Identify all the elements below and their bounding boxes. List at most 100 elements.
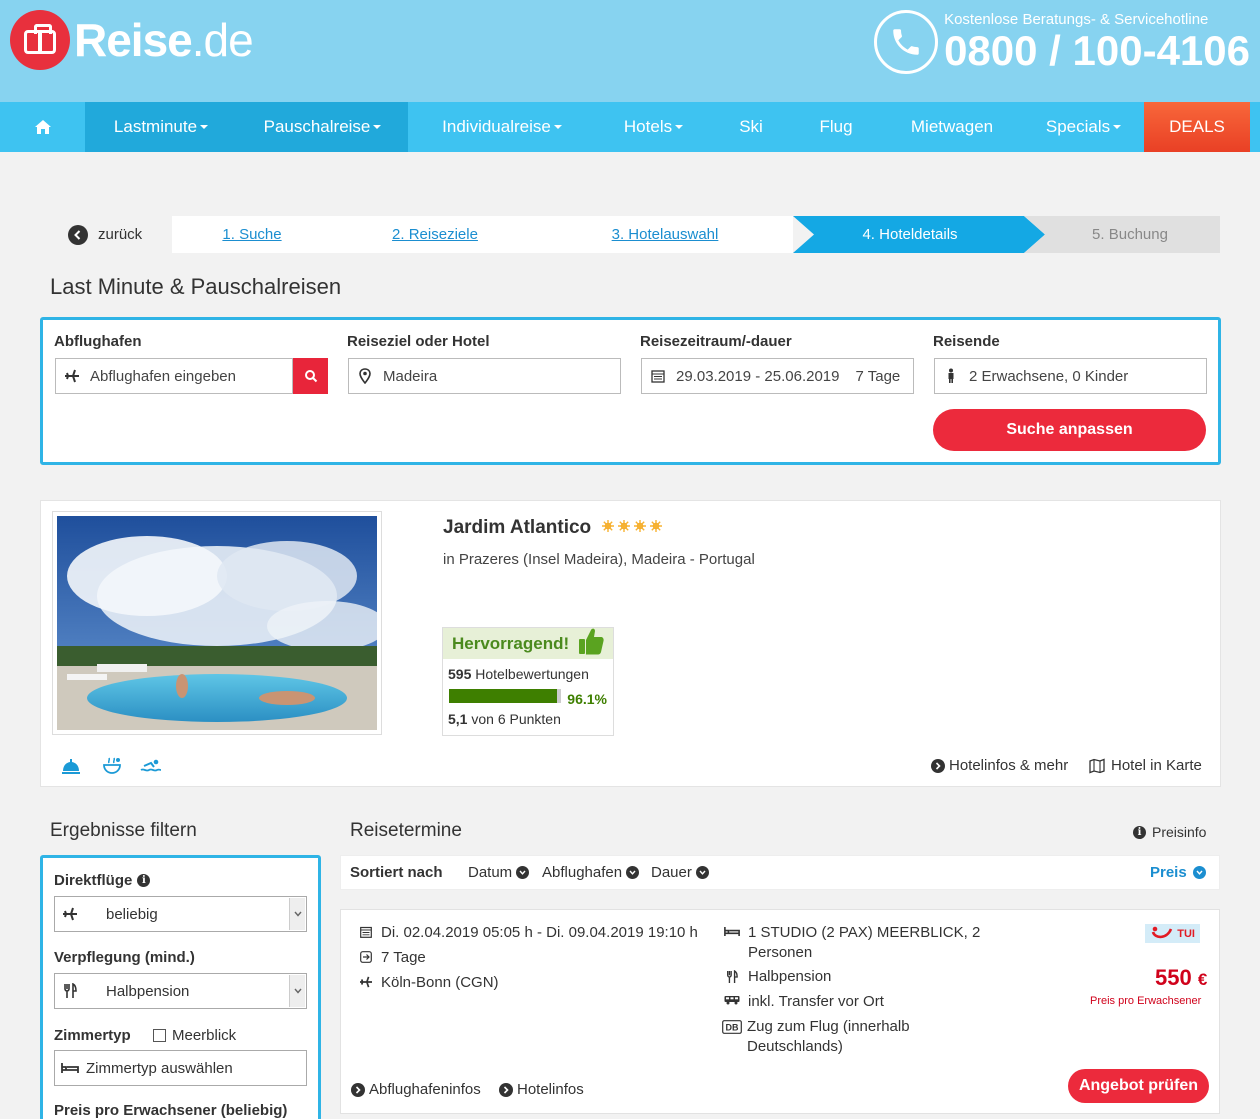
destination-label: Reiseziel oder Hotel — [347, 333, 490, 350]
duration-icon — [359, 948, 373, 963]
price-note: Preis pro Erwachsener — [1090, 995, 1202, 1007]
travelers-field[interactable]: 2 Erwachsene, 0 Kinder — [934, 358, 1207, 394]
chevron-down-icon — [695, 866, 709, 879]
page-title: Last Minute & Pauschalreisen — [50, 274, 342, 299]
hotel-stars — [601, 519, 665, 538]
board-label: Verpflegung (mind.) — [54, 949, 195, 966]
reception-bell-icon — [62, 759, 80, 774]
sort-datum[interactable]: Datum — [468, 864, 530, 881]
search-icon — [304, 370, 317, 383]
recommend-percent: 96.1% — [567, 691, 607, 707]
review-label: Hotelbewertungen — [475, 666, 589, 682]
bed-icon — [60, 1062, 80, 1074]
main-nav: Lastminute Pauschalreise Individualreise… — [0, 102, 1260, 152]
price-info-link[interactable]: i Preisinfo — [1133, 824, 1206, 840]
hotel-info-link[interactable]: Hotelinfos & mehr — [931, 757, 1068, 774]
direct-flights-label: Direktflüge i — [54, 872, 156, 889]
sort-abflughafen[interactable]: Abflughafen — [542, 864, 640, 881]
back-arrow-icon — [68, 224, 88, 245]
nav-lastminute[interactable]: Lastminute — [85, 102, 237, 152]
review-count: 595 — [448, 666, 472, 682]
room-type-field[interactable]: Zimmertyp auswählen — [54, 1050, 307, 1086]
hotel-photo[interactable] — [52, 511, 382, 735]
info-icon[interactable]: i — [137, 874, 151, 887]
chevron-down-icon — [626, 866, 640, 879]
calendar-icon — [359, 923, 373, 938]
nav-home[interactable] — [0, 102, 85, 152]
check-offer-button[interactable]: Angebot prüfen — [1068, 1069, 1209, 1103]
nav-mietwagen[interactable]: Mietwagen — [881, 102, 1023, 152]
caret-down-icon — [373, 125, 382, 129]
hotline[interactable]: Kostenlose Beratungs- & Servicehotline 0… — [874, 10, 1250, 74]
offer-hotel-info-link[interactable]: Hotelinfos — [499, 1081, 584, 1098]
nav-hotels[interactable]: Hotels — [596, 102, 711, 152]
caret-down-icon — [553, 125, 562, 129]
back-link[interactable]: zurück — [62, 216, 172, 253]
adjust-search-button[interactable]: Suche anpassen — [933, 409, 1206, 451]
airport-info-link[interactable]: Abflughafeninfos — [351, 1081, 481, 1098]
direct-flights-select[interactable]: beliebig — [54, 896, 307, 932]
board-select[interactable]: Halbpension — [54, 973, 307, 1009]
logo-text-light: .de — [191, 14, 254, 66]
room-type-label: Zimmertyp — [54, 1027, 131, 1044]
cutlery-icon — [60, 983, 80, 999]
db-logo-icon: DB — [722, 1017, 742, 1034]
departure-field[interactable]: Abflughafen eingeben — [55, 358, 293, 394]
chevron-down-icon — [1192, 866, 1206, 879]
nav-specials[interactable]: Specials — [1023, 102, 1144, 152]
site-header: Reise.de Kostenlose Beratungs- & Service… — [0, 0, 1260, 102]
nav-flug[interactable]: Flug — [791, 102, 881, 152]
plane-icon — [64, 369, 80, 383]
filter-title: Ergebnisse filtern — [50, 820, 197, 841]
chevron-down-icon — [289, 898, 305, 930]
offer-transfer: inkl. Transfer vor Ort — [724, 992, 884, 1012]
info-icon: i — [1133, 825, 1146, 839]
travelers-label: Reisende — [933, 333, 1000, 350]
sort-dauer[interactable]: Dauer — [651, 864, 709, 881]
hotline-number: 0800 / 100-4106 — [944, 26, 1250, 74]
rating-score-suffix: von 6 Punkten — [471, 711, 561, 727]
destination-field[interactable]: Madeira — [348, 358, 621, 394]
step-hotelauswahl[interactable]: 3. Hotelauswahl — [585, 216, 745, 253]
duration-value: 7 Tage — [855, 367, 901, 385]
chevron-right-icon — [351, 1082, 365, 1097]
suitcase-icon — [10, 10, 70, 70]
price-filter-label: Preis pro Erwachsener (beliebig) — [54, 1102, 288, 1119]
offer-duration: 7 Tage — [359, 948, 426, 968]
caret-down-icon — [675, 125, 684, 129]
bus-icon — [724, 992, 740, 1005]
rating-box[interactable]: Hervorragend! 595 Hotelbewertungen 96.1%… — [442, 627, 614, 736]
nav-pauschalreise[interactable]: Pauschalreise — [237, 102, 408, 152]
hotel-photo-image — [57, 516, 377, 730]
spa-icon — [103, 757, 121, 774]
sort-preis[interactable]: Preis — [1150, 864, 1206, 881]
departure-search-button[interactable] — [293, 358, 328, 394]
plane-icon — [60, 907, 80, 921]
offer-train: DB Zug zum Flug (innerhalb Deutschlands) — [722, 1017, 910, 1057]
chevron-right-icon — [931, 758, 945, 773]
offer-room: 1 STUDIO (2 PAX) MEERBLICK, 2 Personen — [724, 923, 980, 963]
svg-text:DB: DB — [726, 1023, 739, 1033]
home-icon — [34, 120, 51, 134]
checkbox[interactable] — [153, 1029, 166, 1042]
sorted-by-label: Sortiert nach — [350, 864, 443, 881]
nav-deals[interactable]: DEALS — [1144, 102, 1250, 152]
hotline-label: Kostenlose Beratungs- & Servicehotline — [944, 10, 1209, 28]
phone-icon — [874, 10, 939, 74]
site-logo[interactable]: Reise.de — [10, 10, 254, 70]
step-suche[interactable]: 1. Suche — [172, 216, 332, 253]
results-title: Reisetermine — [350, 820, 462, 841]
hotel-name[interactable]: Jardim Atlantico — [443, 517, 665, 539]
nav-individualreise[interactable]: Individualreise — [408, 102, 596, 152]
plane-icon — [359, 973, 373, 988]
step-reiseziele[interactable]: 2. Reiseziele — [355, 216, 515, 253]
nav-ski[interactable]: Ski — [711, 102, 791, 152]
thumbs-up-icon — [579, 628, 604, 655]
swimming-icon — [140, 759, 162, 772]
chevron-down-icon — [516, 866, 530, 879]
sea-view-checkbox[interactable]: Meerblick — [153, 1027, 236, 1044]
hotel-map-link[interactable]: Hotel in Karte — [1089, 757, 1202, 774]
offer-price: 550 € — [1155, 965, 1208, 990]
period-field[interactable]: 29.03.2019 - 25.06.2019 7 Tage — [641, 358, 914, 394]
departure-label: Abflughafen — [54, 333, 142, 350]
